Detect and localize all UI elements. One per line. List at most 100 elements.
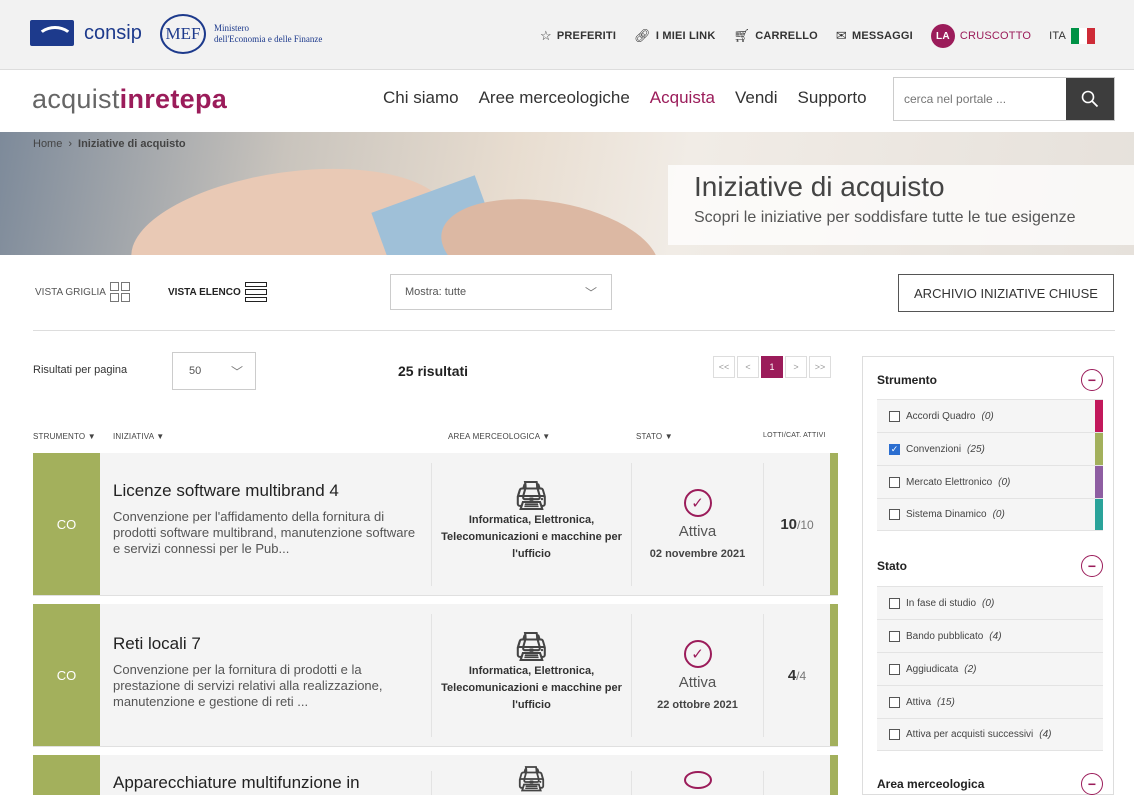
nav-vendi[interactable]: Vendi [735,88,778,108]
iniziativa-title[interactable]: Licenze software multibrand 4 [113,481,418,501]
vista-griglia-toggle[interactable]: VISTA GRIGLIA [35,282,130,302]
table-row[interactable]: CO Licenze software multibrand 4 Convenz… [33,453,838,596]
filter-mercato-elettronico[interactable]: Mercato Elettronico (0) [877,465,1103,498]
hero-text-box: Iniziative di acquisto Scopri le iniziat… [668,165,1134,245]
carrello-label: CARRELLO [755,30,818,42]
checkbox[interactable] [889,597,900,609]
stato-label: Attiva [678,523,717,540]
printer-icon: 🖨︎ [513,630,550,662]
risultati-per-pagina-select[interactable]: 50 ﹀ [172,352,256,390]
mostra-value: Mostra: tutte [405,286,467,298]
collapse-icon[interactable]: − [1081,555,1103,577]
pager-current[interactable]: 1 [761,356,783,378]
archivio-iniziative-button[interactable]: ARCHIVIO INIZIATIVE CHIUSE [898,274,1114,312]
consip-logo-text: consip [84,21,142,44]
risultati-per-pagina-label: Risultati per pagina [33,364,128,376]
lotti-cell [763,771,830,795]
filter-aggiudicata[interactable]: Aggiudicata (2) [877,652,1103,685]
pager-prev[interactable]: < [737,356,759,378]
miei-link-link[interactable]: 🔗︎ I MIEI LINK [634,28,715,44]
top-utility-bar: consip MEF Ministero dell'Economia e del… [0,0,1134,70]
checkbox[interactable] [889,696,900,708]
pager-first[interactable]: << [713,356,735,378]
color-tag [1095,433,1103,465]
mef-logo-text: Ministero dell'Economia e delle Finanze [214,23,322,45]
nav-supporto[interactable]: Supporto [798,88,867,108]
header-lotti: LOTTI/CAT. ATTIVI [763,432,826,439]
iniziativa-title[interactable]: Apparecchiature multifunzione in [113,773,418,793]
filter-count: (0) [981,410,994,422]
collapse-icon[interactable]: − [1081,369,1103,391]
filter-area-header[interactable]: Area merceologica − [877,773,1103,795]
filter-attiva-acquisti-successivi[interactable]: Attiva per acquisti successivi (4) [877,718,1103,751]
color-tag [1095,400,1103,432]
checkbox[interactable] [889,663,900,675]
iniziativa-title[interactable]: Reti locali 7 [113,634,418,654]
checkbox[interactable] [889,630,900,642]
table-row[interactable]: Apparecchiature multifunzione in 🖨︎ [33,755,838,795]
filter-count: (0) [998,476,1011,488]
filter-count: (15) [937,696,955,708]
nav-acquista[interactable]: Acquista [650,88,715,108]
filter-count: (4) [1039,729,1052,740]
chevron-down-icon: ﹀ [230,364,243,379]
header-strumento[interactable]: STRUMENTO ▼ [33,432,96,441]
stato-date: 02 novembre 2021 [649,548,746,560]
filter-sistema-dinamico[interactable]: Sistema Dinamico (0) [877,498,1103,531]
vista-elenco-toggle[interactable]: VISTA ELENCO [168,282,267,302]
check-circle-icon [683,771,712,789]
brand-logo[interactable]: acquistinretepa [32,84,227,115]
search-input[interactable] [894,78,1066,120]
filter-bando-pubblicato[interactable]: Bando pubblicato (4) [877,619,1103,652]
table-row[interactable]: CO Reti locali 7 Convenzione per la forn… [33,604,838,747]
header-stato[interactable]: STATO ▼ [636,432,673,441]
mostra-select[interactable]: Mostra: tutte ﹀ [390,274,612,310]
page-title: Iniziative di acquisto [694,171,945,202]
lotti-active: 10 [780,516,797,533]
preferiti-link[interactable]: ☆ PREFERITI [540,28,616,44]
hero-banner: Home › Iniziative di acquisto Iniziative… [0,132,1134,255]
pager-next[interactable]: > [785,356,807,378]
filter-convenzioni[interactable]: ✓ Convenzioni (25) [877,432,1103,465]
messaggi-link[interactable]: ✉ MESSAGGI [836,28,913,44]
filter-attiva[interactable]: Attiva (15) [877,685,1103,718]
search-button[interactable] [1066,78,1114,120]
checkbox[interactable] [889,476,900,488]
pager-last[interactable]: >> [809,356,831,378]
consip-logo[interactable]: consip [30,20,142,46]
checkbox[interactable] [889,410,900,422]
carrello-link[interactable]: 🛒︎ CARRELLO [733,28,817,44]
mef-logo[interactable]: MEF Ministero dell'Economia e delle Fina… [160,14,322,54]
filter-label: Bando pubblicato [906,630,984,642]
checkbox[interactable] [889,729,900,740]
language-selector[interactable]: ITA [1049,28,1096,44]
results-count: 25 risultati [398,363,469,379]
breadcrumb-home[interactable]: Home [33,138,62,150]
nav-chi-siamo[interactable]: Chi siamo [383,88,459,108]
filter-label: Mercato Elettronico [906,476,993,488]
lotti-cell: 4/4 [763,614,830,737]
preferiti-label: PREFERITI [556,30,617,42]
cruscotto-link[interactable]: LA CRUSCOTTO [930,24,1031,48]
nav-aree-merceologiche[interactable]: Aree merceologiche [479,88,630,108]
envelope-icon: ✉ [835,28,848,43]
stato-cell [631,771,763,795]
header-area-merceologica[interactable]: AREA MERCEOLOGICA ▼ [448,432,550,441]
checkbox-checked[interactable]: ✓ [889,443,900,455]
filter-accordi-quadro[interactable]: Accordi Quadro (0) [877,399,1103,432]
printer-icon: 🖨︎ [513,479,550,511]
filter-in-fase-di-studio[interactable]: In fase di studio (0) [877,586,1103,619]
strumento-badge: CO [33,453,100,595]
filter-strumento-header[interactable]: Strumento − [877,369,1103,391]
filter-stato-header[interactable]: Stato − [877,555,1103,577]
collapse-icon[interactable]: − [1081,773,1103,795]
filter-strumento-title: Strumento [877,373,937,387]
header-iniziativa[interactable]: INIZIATIVA ▼ [113,432,164,441]
filter-label: Attiva [906,696,932,708]
checkbox[interactable] [889,509,900,520]
lotti-total: /10 [797,518,814,532]
area-cell: 🖨︎ Informatica, Elettronica, Telecomunic… [431,614,631,737]
filter-label: In fase di studio [906,597,977,609]
brand-part-1: acquist [32,84,120,114]
filter-label: Attiva per acquisti successivi [906,729,1034,740]
